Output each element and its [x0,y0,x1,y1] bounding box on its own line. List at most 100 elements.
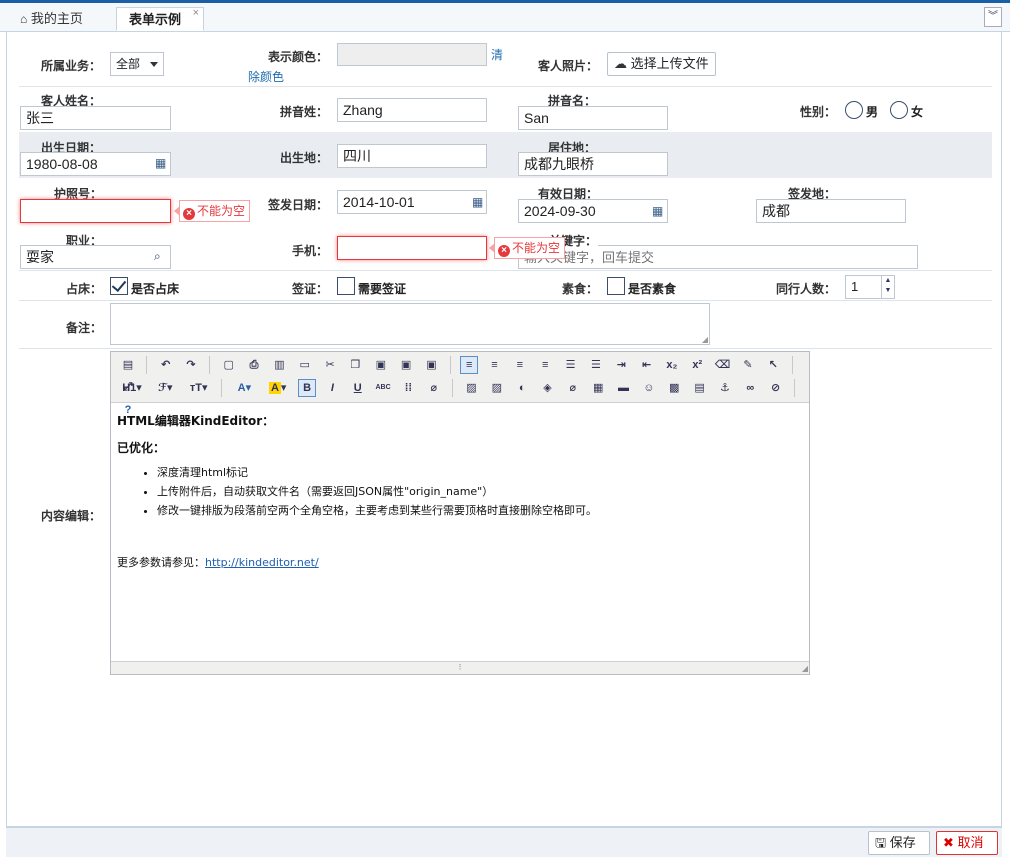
code-icon[interactable]: ▭ [296,356,314,374]
drag-handle-icon[interactable]: ⁝ [459,662,462,672]
preview-icon[interactable]: ▢ [220,356,238,374]
attachment-icon[interactable]: ⌀ [564,379,582,397]
companions-value: 1 [851,279,859,294]
select-all-icon[interactable]: ↖ [764,356,782,374]
vegetarian-label: 素食： [562,282,599,296]
multi-image-icon[interactable]: ▨ [488,379,506,397]
page-break-icon[interactable]: ▤ [691,379,709,397]
issue-place-input[interactable] [756,199,906,223]
underline-button[interactable]: U [349,379,367,397]
expiry-date-input[interactable] [518,199,668,223]
unlink-icon[interactable]: ⊘ [767,379,785,397]
table-icon[interactable]: ▦ [589,379,607,397]
font-family-dropdown[interactable]: ℱ▾ [152,379,178,397]
emoticon-icon[interactable]: ☺ [640,379,658,397]
pinyin-last-input[interactable] [337,98,487,122]
tab-menu-chevron-icon[interactable]: ︾ [984,7,1002,27]
indent-icon[interactable]: ⇥ [612,356,630,374]
line-height-icon[interactable]: ⁞⁞ [399,379,417,397]
unordered-list-icon[interactable]: ☰ [587,356,605,374]
flash-icon[interactable]: ◐ [513,379,531,397]
clear-format-icon[interactable]: ⌫ [714,356,732,374]
tab-home-label: 我的主页 [30,11,83,26]
outdent-icon[interactable]: ⇤ [638,356,656,374]
toolbar-separator [146,356,148,374]
align-left-icon[interactable]: ≡ [460,356,479,374]
italic-button[interactable]: I [323,379,341,397]
link-icon[interactable]: ∞ [741,379,759,397]
issue-date-label: 签发日期： [268,198,329,212]
tab-bar: ⌂ 我的主页 表单示例 × ︾ [0,3,1010,32]
font-color-button[interactable]: A▾ [231,379,257,397]
image-icon[interactable]: ▨ [462,379,480,397]
tab-form-example[interactable]: 表单示例 × [116,7,204,31]
font-size-dropdown[interactable]: тT▾ [186,379,212,397]
cut-icon[interactable]: ✂ [321,356,339,374]
business-select[interactable]: 全部 [110,52,164,76]
highlight-color-button[interactable]: A ▾ [265,379,291,397]
strikethrough-label: ABC [375,384,391,391]
redo-icon[interactable]: ↷ [182,356,200,374]
save-button[interactable]: 🖫 保存 [868,831,930,855]
editor-statusbar[interactable]: ⁝ ◢ [111,661,809,674]
color-input[interactable] [337,43,487,66]
bed-checkbox[interactable] [110,276,128,295]
copy-icon[interactable]: ❐ [346,356,364,374]
template-icon[interactable]: ▥ [270,356,288,374]
clear-color-link-1[interactable]: 清 [491,46,503,63]
residence-input[interactable] [518,152,668,176]
birth-place-input[interactable] [337,144,487,168]
align-center-icon[interactable]: ≡ [486,356,504,374]
resize-grip-icon[interactable]: ◢ [702,335,708,344]
editor-content[interactable]: HTML编辑器KindEditor： 已优化： 深度清理html标记 上传附件后… [117,412,797,570]
passport-input[interactable] [20,199,171,223]
subscript-icon[interactable]: x₂ [663,356,681,374]
calendar-icon[interactable]: ▦ [472,195,486,209]
clear-color-link-2[interactable]: 除颜色 [248,68,284,85]
remark-textarea[interactable]: ◢ [110,303,710,345]
birth-date-input[interactable] [20,152,171,176]
quick-format-icon[interactable]: ✎ [739,356,757,374]
search-icon[interactable]: ⌕ [154,249,161,264]
baidu-map-icon[interactable]: ▩ [665,379,683,397]
companions-stepper[interactable]: 1 ▲ ▼ [845,275,895,299]
calendar-icon[interactable]: ▦ [652,204,666,218]
issue-date-input[interactable] [337,190,487,214]
bold-button[interactable]: B [298,379,317,397]
undo-icon[interactable]: ↶ [157,356,175,374]
horizontal-rule-icon[interactable]: ▬ [615,379,633,397]
remark-label: 备注： [66,321,103,335]
kindeditor-link[interactable]: http://kindeditor.net/ [205,556,319,569]
align-justify-icon[interactable]: ≡ [536,356,554,374]
heading-dropdown[interactable]: H1▾ [119,379,145,397]
resize-grip-icon[interactable]: ◢ [802,664,808,674]
guest-name-input[interactable] [20,106,171,130]
visa-checkbox[interactable] [337,277,355,295]
job-input[interactable] [20,245,171,269]
paste-icon[interactable]: ▣ [372,356,390,374]
superscript-icon[interactable]: x² [688,356,706,374]
anchor-icon[interactable]: ⚓ [716,379,734,397]
upload-file-button-label: 选择上传文件 [630,56,709,71]
media-icon[interactable]: ◈ [539,379,557,397]
align-right-icon[interactable]: ≡ [511,356,529,374]
paste-plain-icon[interactable]: ▣ [397,356,415,374]
paste-word-icon[interactable]: ▣ [422,356,440,374]
strikethrough-button[interactable]: ABC [374,379,392,397]
tab-close-icon[interactable]: × [193,1,199,25]
tab-home[interactable]: ⌂ 我的主页 [14,7,108,31]
vegetarian-checkbox[interactable] [607,277,625,295]
font-color-label: A [237,382,246,394]
mobile-input[interactable] [337,236,487,260]
upload-file-button[interactable]: ☁ 选择上传文件 [607,52,716,76]
cancel-button[interactable]: ✖ 取消 [936,831,998,855]
calendar-icon[interactable]: ▦ [155,156,169,170]
print-icon[interactable]: ⎙ [245,356,263,374]
gender-male-radio[interactable] [845,101,863,119]
spinner-arrows-icon[interactable]: ▲ ▼ [881,276,894,298]
ordered-list-icon[interactable]: ☰ [562,356,580,374]
pinyin-first-input[interactable] [518,106,668,130]
source-icon[interactable]: ▤ [119,356,137,374]
remove-format-icon[interactable]: ⌀ [425,379,443,397]
gender-female-radio[interactable] [890,101,908,119]
